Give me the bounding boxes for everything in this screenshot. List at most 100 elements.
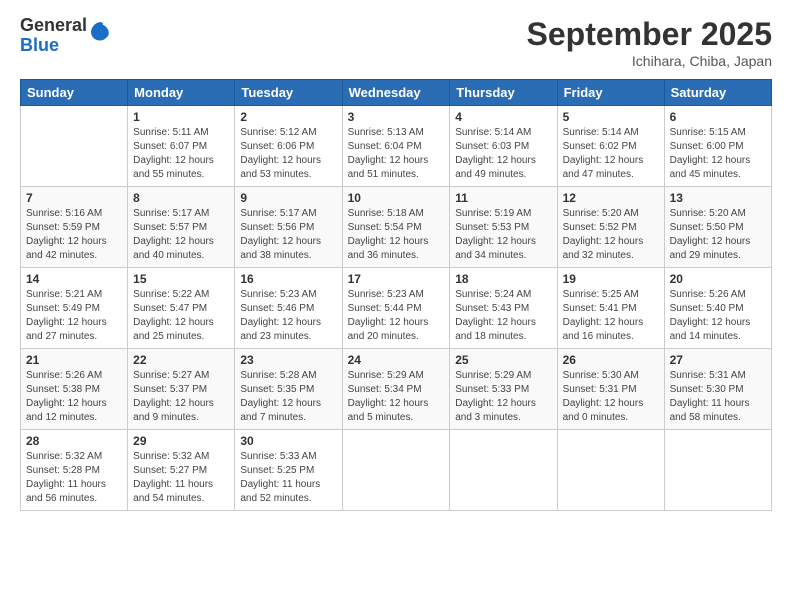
col-monday: Monday	[128, 80, 235, 106]
day-info: Sunrise: 5:23 AM Sunset: 5:44 PM Dayligh…	[348, 288, 445, 344]
logo-icon	[89, 20, 113, 44]
calendar-cell: 20 Sunrise: 5:26 AM Sunset: 5:40 PM Dayli…	[664, 268, 771, 349]
title-block: September 2025 Ichihara, Chiba, Japan	[527, 16, 772, 69]
day-number: 27	[670, 353, 766, 367]
calendar-cell: 18 Sunrise: 5:24 AM Sunset: 5:43 PM Dayli…	[450, 268, 557, 349]
day-number: 5	[563, 110, 659, 124]
page-container: General Blue September 2025 Ichihara, Ch…	[0, 0, 792, 521]
calendar-cell: 5Sunrise: 5:14 AM Sunset: 6:02 PM Daylig…	[557, 106, 664, 187]
day-info: Sunrise: 5:31 AM Sunset: 5:30 PM Dayligh…	[670, 369, 766, 425]
logo-blue: Blue	[20, 36, 87, 56]
day-number: 10	[348, 191, 445, 205]
col-saturday: Saturday	[664, 80, 771, 106]
calendar-cell: 10 Sunrise: 5:18 AM Sunset: 5:54 PM Dayli…	[342, 187, 450, 268]
day-info: Sunrise: 5:17 AM Sunset: 5:56 PM Dayligh…	[240, 207, 336, 263]
col-friday: Friday	[557, 80, 664, 106]
calendar-cell: 8Sunrise: 5:17 AM Sunset: 5:57 PM Daylig…	[128, 187, 235, 268]
day-info: Sunrise: 5:22 AM Sunset: 5:47 PM Dayligh…	[133, 288, 229, 344]
day-number: 11	[455, 191, 551, 205]
calendar-cell: 24 Sunrise: 5:29 AM Sunset: 5:34 PM Dayli…	[342, 349, 450, 430]
day-number: 22	[133, 353, 229, 367]
calendar-cell: 14 Sunrise: 5:21 AM Sunset: 5:49 PM Dayli…	[21, 268, 128, 349]
calendar-cell: 21 Sunrise: 5:26 AM Sunset: 5:38 PM Dayli…	[21, 349, 128, 430]
day-info: Sunrise: 5:24 AM Sunset: 5:43 PM Dayligh…	[455, 288, 551, 344]
day-info: Sunrise: 5:11 AM Sunset: 6:07 PM Dayligh…	[133, 126, 229, 182]
calendar-cell: 9 Sunrise: 5:17 AM Sunset: 5:56 PM Daylig…	[235, 187, 342, 268]
day-number: 12	[563, 191, 659, 205]
day-number: 1	[133, 110, 229, 124]
day-number: 30	[240, 434, 336, 448]
calendar-cell: 25Sunrise: 5:29 AM Sunset: 5:33 PM Dayli…	[450, 349, 557, 430]
day-info: Sunrise: 5:18 AM Sunset: 5:54 PM Dayligh…	[348, 207, 445, 263]
calendar-cell	[342, 430, 450, 511]
day-number: 18	[455, 272, 551, 286]
day-number: 6	[670, 110, 766, 124]
day-number: 4	[455, 110, 551, 124]
day-number: 21	[26, 353, 122, 367]
col-tuesday: Tuesday	[235, 80, 342, 106]
day-info: Sunrise: 5:21 AM Sunset: 5:49 PM Dayligh…	[26, 288, 122, 344]
day-number: 17	[348, 272, 445, 286]
calendar-cell: 2 Sunrise: 5:12 AM Sunset: 6:06 PM Daylig…	[235, 106, 342, 187]
day-info: Sunrise: 5:17 AM Sunset: 5:57 PM Dayligh…	[133, 207, 229, 263]
day-info: Sunrise: 5:20 AM Sunset: 5:50 PM Dayligh…	[670, 207, 766, 263]
day-info: Sunrise: 5:14 AM Sunset: 6:03 PM Dayligh…	[455, 126, 551, 182]
day-info: Sunrise: 5:16 AM Sunset: 5:59 PM Dayligh…	[26, 207, 122, 263]
day-number: 28	[26, 434, 122, 448]
calendar-cell: 23Sunrise: 5:28 AM Sunset: 5:35 PM Dayli…	[235, 349, 342, 430]
day-number: 19	[563, 272, 659, 286]
calendar-cell: 29 Sunrise: 5:32 AM Sunset: 5:27 PM Dayli…	[128, 430, 235, 511]
day-info: Sunrise: 5:30 AM Sunset: 5:31 PM Dayligh…	[563, 369, 659, 425]
day-info: Sunrise: 5:28 AM Sunset: 5:35 PM Dayligh…	[240, 369, 336, 425]
calendar-cell: 15 Sunrise: 5:22 AM Sunset: 5:47 PM Dayli…	[128, 268, 235, 349]
month-title: September 2025	[527, 16, 772, 53]
day-number: 13	[670, 191, 766, 205]
calendar-cell: 28 Sunrise: 5:32 AM Sunset: 5:28 PM Dayli…	[21, 430, 128, 511]
day-info: Sunrise: 5:32 AM Sunset: 5:27 PM Dayligh…	[133, 450, 229, 506]
day-number: 9	[240, 191, 336, 205]
week-row-5: 28 Sunrise: 5:32 AM Sunset: 5:28 PM Dayli…	[21, 430, 772, 511]
day-number: 20	[670, 272, 766, 286]
calendar-cell: 1 Sunrise: 5:11 AM Sunset: 6:07 PM Daylig…	[128, 106, 235, 187]
day-info: Sunrise: 5:29 AM Sunset: 5:34 PM Dayligh…	[348, 369, 445, 425]
week-row-4: 21 Sunrise: 5:26 AM Sunset: 5:38 PM Dayli…	[21, 349, 772, 430]
day-info: Sunrise: 5:20 AM Sunset: 5:52 PM Dayligh…	[563, 207, 659, 263]
day-number: 14	[26, 272, 122, 286]
day-info: Sunrise: 5:27 AM Sunset: 5:37 PM Dayligh…	[133, 369, 229, 425]
week-row-3: 14 Sunrise: 5:21 AM Sunset: 5:49 PM Dayli…	[21, 268, 772, 349]
calendar-cell: 16Sunrise: 5:23 AM Sunset: 5:46 PM Dayli…	[235, 268, 342, 349]
calendar-header-row: Sunday Monday Tuesday Wednesday Thursday…	[21, 80, 772, 106]
day-info: Sunrise: 5:29 AM Sunset: 5:33 PM Dayligh…	[455, 369, 551, 425]
calendar-cell: 13 Sunrise: 5:20 AM Sunset: 5:50 PM Dayli…	[664, 187, 771, 268]
day-info: Sunrise: 5:26 AM Sunset: 5:38 PM Dayligh…	[26, 369, 122, 425]
calendar-cell	[557, 430, 664, 511]
week-row-2: 7Sunrise: 5:16 AM Sunset: 5:59 PM Daylig…	[21, 187, 772, 268]
logo: General Blue	[20, 16, 113, 56]
day-info: Sunrise: 5:25 AM Sunset: 5:41 PM Dayligh…	[563, 288, 659, 344]
calendar-cell: 26Sunrise: 5:30 AM Sunset: 5:31 PM Dayli…	[557, 349, 664, 430]
day-info: Sunrise: 5:15 AM Sunset: 6:00 PM Dayligh…	[670, 126, 766, 182]
day-info: Sunrise: 5:32 AM Sunset: 5:28 PM Dayligh…	[26, 450, 122, 506]
page-header: General Blue September 2025 Ichihara, Ch…	[20, 16, 772, 69]
calendar-cell: 11 Sunrise: 5:19 AM Sunset: 5:53 PM Dayli…	[450, 187, 557, 268]
col-wednesday: Wednesday	[342, 80, 450, 106]
day-number: 29	[133, 434, 229, 448]
day-number: 16	[240, 272, 336, 286]
col-thursday: Thursday	[450, 80, 557, 106]
day-number: 15	[133, 272, 229, 286]
day-info: Sunrise: 5:13 AM Sunset: 6:04 PM Dayligh…	[348, 126, 445, 182]
calendar-cell	[664, 430, 771, 511]
day-number: 2	[240, 110, 336, 124]
day-info: Sunrise: 5:19 AM Sunset: 5:53 PM Dayligh…	[455, 207, 551, 263]
day-info: Sunrise: 5:26 AM Sunset: 5:40 PM Dayligh…	[670, 288, 766, 344]
calendar-cell: 19 Sunrise: 5:25 AM Sunset: 5:41 PM Dayli…	[557, 268, 664, 349]
calendar-cell: 6 Sunrise: 5:15 AM Sunset: 6:00 PM Daylig…	[664, 106, 771, 187]
day-number: 24	[348, 353, 445, 367]
calendar-cell: 4 Sunrise: 5:14 AM Sunset: 6:03 PM Daylig…	[450, 106, 557, 187]
calendar-cell: 12 Sunrise: 5:20 AM Sunset: 5:52 PM Dayli…	[557, 187, 664, 268]
day-info: Sunrise: 5:12 AM Sunset: 6:06 PM Dayligh…	[240, 126, 336, 182]
calendar-cell	[450, 430, 557, 511]
calendar-cell	[21, 106, 128, 187]
location: Ichihara, Chiba, Japan	[527, 53, 772, 69]
logo-general: General	[20, 16, 87, 36]
